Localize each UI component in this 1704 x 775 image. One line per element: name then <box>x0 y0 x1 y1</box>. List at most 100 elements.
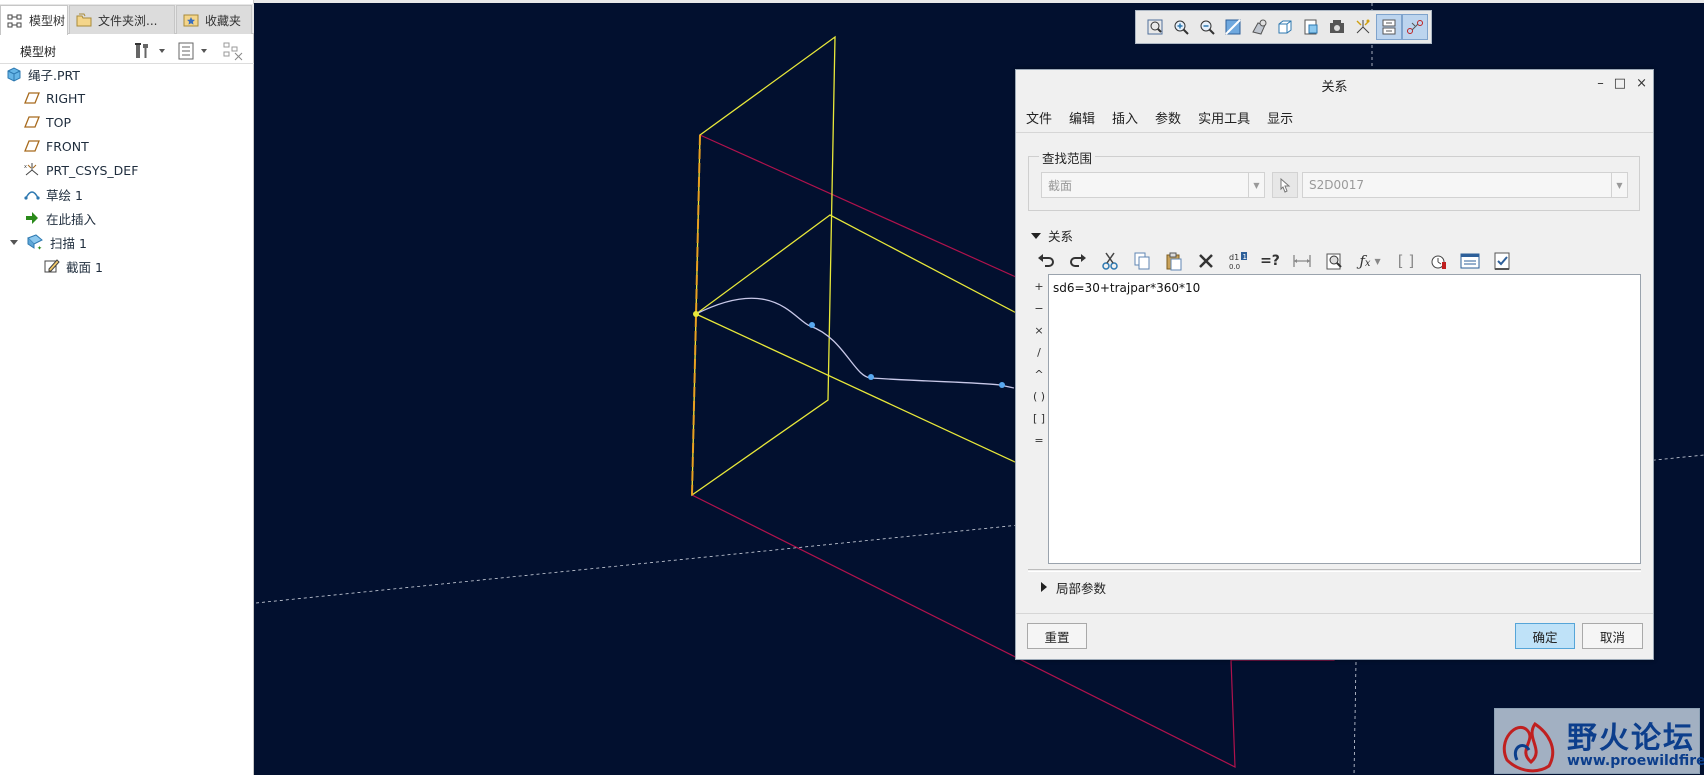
menu-file[interactable]: 文件 <box>1026 108 1069 127</box>
settings-tools-button[interactable] <box>133 40 167 62</box>
dialog-title: 关系 <box>1321 79 1348 95</box>
operator-palette: + − × / ^ ( ) [ ] = <box>1028 275 1050 451</box>
paste-button[interactable] <box>1158 246 1190 276</box>
scope-type-value: 截面 <box>1048 178 1073 193</box>
evaluate-button[interactable]: =? <box>1254 246 1286 276</box>
datum-display-button[interactable] <box>1350 14 1376 40</box>
cut-button[interactable] <box>1094 246 1126 276</box>
repaint-button[interactable] <box>1220 14 1246 40</box>
collapse-triangle-icon <box>1031 232 1041 239</box>
brackets-button[interactable]: [ ] <box>1390 246 1422 276</box>
copy-button[interactable] <box>1126 246 1158 276</box>
undo-button[interactable] <box>1030 246 1062 276</box>
minimize-icon[interactable]: – <box>1597 76 1604 91</box>
close-icon[interactable]: × <box>1636 76 1647 91</box>
insert-function-button[interactable]: ƒx ▼ <box>1350 246 1390 276</box>
tab-model-tree[interactable]: 模型树 <box>0 5 68 35</box>
tree-item-csys[interactable]: x PRT_CSYS_DEF <box>24 159 138 181</box>
view-manager-button[interactable] <box>1298 14 1324 40</box>
operator-equals-button[interactable]: = <box>1028 429 1050 451</box>
show-columns-button[interactable] <box>177 40 209 62</box>
dialog-menubar: 文件 编辑 插入 参数 实用工具 显示 <box>1026 108 1310 127</box>
datum-plane-icon <box>24 140 40 152</box>
menu-parameters[interactable]: 参数 <box>1155 108 1198 127</box>
redo-button[interactable] <box>1062 246 1094 276</box>
menu-display[interactable]: 显示 <box>1267 108 1310 127</box>
watermark-name: 野火论坛 <box>1567 721 1695 756</box>
tree-item-section[interactable]: 截面 1 <box>44 255 103 277</box>
zoom-out-button[interactable] <box>1194 14 1220 40</box>
relations-section-label: 关系 <box>1048 229 1074 244</box>
measure-icon <box>1293 255 1311 267</box>
brackets-icon: [ ] <box>1397 252 1415 270</box>
tree-item-sweep[interactable]: ✦ 扫描 1 <box>8 231 87 253</box>
properties-button[interactable] <box>1318 246 1350 276</box>
footer-divider <box>1016 613 1653 614</box>
zoom-in-icon <box>1174 20 1189 35</box>
annotation-display-button[interactable] <box>1376 14 1402 40</box>
filter-button[interactable] <box>222 40 244 62</box>
scope-object-select[interactable]: S2D0017 ▼ <box>1302 172 1628 198</box>
relation-check-button[interactable] <box>1486 246 1518 276</box>
operator-brackets-button[interactable]: [ ] <box>1028 407 1050 429</box>
operator-plus-button[interactable]: + <box>1028 275 1050 297</box>
relations-editor[interactable]: sd6=30+trajpar*360*10 <box>1048 274 1641 564</box>
local-parameters-section-header[interactable]: 局部参数 <box>1038 576 1106 598</box>
ok-button[interactable]: 确定 <box>1515 623 1575 649</box>
select-object-button[interactable] <box>1272 172 1298 198</box>
tab-model-tree-label: 模型树 <box>29 14 66 28</box>
svg-text:1: 1 <box>1243 253 1247 261</box>
model-tree-icon <box>7 14 22 27</box>
tab-folder-browser[interactable]: 文件夹浏... <box>69 5 175 34</box>
model-tree-panel: 模型树 文件夹浏... 收藏夹 模型树 绳子.PRT RIGHT TOP FRO… <box>0 0 254 775</box>
operator-multiply-button[interactable]: × <box>1028 319 1050 341</box>
operator-power-button[interactable]: ^ <box>1028 363 1050 385</box>
tree-item-label: 绳子.PRT <box>28 67 80 83</box>
operator-minus-button[interactable]: − <box>1028 297 1050 319</box>
menu-insert[interactable]: 插入 <box>1112 108 1155 127</box>
refit-button[interactable] <box>1142 14 1168 40</box>
perspective-button[interactable] <box>1324 14 1350 40</box>
chevron-down-icon <box>201 49 207 53</box>
zoom-in-button[interactable] <box>1168 14 1194 40</box>
sort-relations-button[interactable] <box>1454 246 1486 276</box>
tree-item-insert-here[interactable]: 在此插入 <box>24 207 96 229</box>
tree-item-front[interactable]: FRONT <box>24 135 89 157</box>
relation-line: sd6=30+trajpar*360*10 <box>1053 281 1201 295</box>
cancel-button[interactable]: 取消 <box>1582 623 1643 649</box>
operator-parentheses-button[interactable]: ( ) <box>1028 385 1050 407</box>
cursor-arrow-icon <box>1280 177 1291 193</box>
tree-item-label: 草绘 1 <box>46 187 83 203</box>
tree-item-sketch[interactable]: 草绘 1 <box>24 183 83 205</box>
model-tree-header: 模型树 <box>0 36 254 64</box>
expand-triangle-icon[interactable] <box>8 236 20 248</box>
sort-icon <box>1460 253 1480 269</box>
curve-point <box>693 311 699 317</box>
list-icon <box>178 42 194 60</box>
operator-divide-button[interactable]: / <box>1028 341 1050 363</box>
search-scope-group: 查找范围 截面 ▼ S2D0017 ▼ <box>1028 148 1640 211</box>
svg-text:✦: ✦ <box>37 245 42 250</box>
saved-views-button[interactable] <box>1272 14 1298 40</box>
scope-type-select[interactable]: 截面 ▼ <box>1041 172 1265 198</box>
show-dimensions-button[interactable]: d1 0.0 1 <box>1222 246 1254 276</box>
svg-text:x: x <box>24 164 27 170</box>
dimension-values-icon: d10.01 <box>1229 252 1247 271</box>
menu-edit[interactable]: 编辑 <box>1069 108 1112 127</box>
tree-item-part[interactable]: 绳子.PRT <box>6 63 80 85</box>
delete-button[interactable] <box>1190 246 1222 276</box>
measure-button[interactable] <box>1286 246 1318 276</box>
menu-utilities[interactable]: 实用工具 <box>1198 108 1267 127</box>
tree-item-right[interactable]: RIGHT <box>24 87 85 109</box>
verify-button[interactable] <box>1422 246 1454 276</box>
reset-button[interactable]: 重置 <box>1027 623 1087 649</box>
maximize-icon[interactable]: □ <box>1614 76 1626 91</box>
tree-item-top[interactable]: TOP <box>24 111 71 133</box>
spin-center-button[interactable] <box>1402 14 1428 40</box>
display-style-button[interactable] <box>1246 14 1272 40</box>
relations-section-header[interactable]: 关系 <box>1030 226 1073 245</box>
tab-folder-browser-label: 文件夹浏... <box>98 13 158 28</box>
local-parameters-label: 局部参数 <box>1056 580 1107 596</box>
tab-favorites[interactable]: 收藏夹 <box>176 5 252 34</box>
refit-icon <box>1147 19 1163 35</box>
